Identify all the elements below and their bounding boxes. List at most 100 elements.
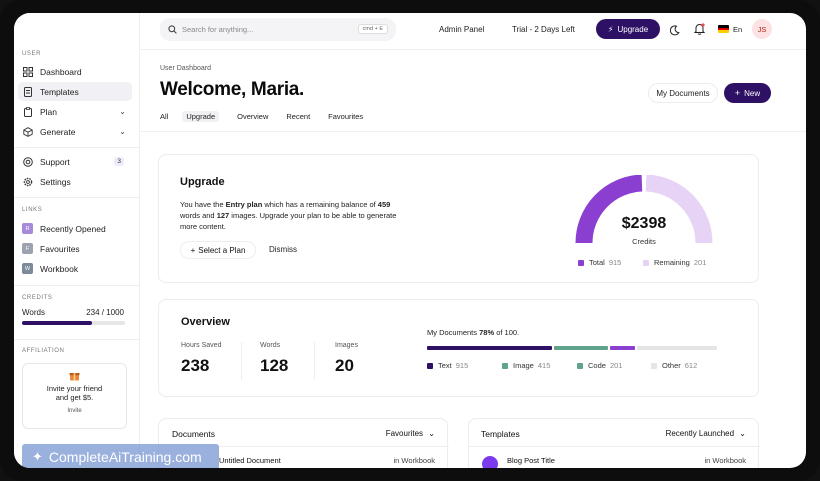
stat-hours-saved-label: Hours Saved bbox=[181, 342, 222, 349]
sidebar-link-favourites[interactable]: F Favourites bbox=[18, 239, 132, 258]
sidebar-item-templates[interactable]: Templates bbox=[18, 82, 132, 101]
sidebar-item-label: Recently Opened bbox=[40, 223, 106, 234]
moon-icon[interactable] bbox=[669, 23, 680, 41]
templates-filter-dropdown[interactable]: Recently Launched ⌄ bbox=[666, 429, 746, 438]
sidebar-divider bbox=[14, 197, 140, 198]
sidebar-item-plan[interactable]: Plan ⌄ bbox=[18, 102, 132, 121]
usage-segment-code bbox=[609, 346, 636, 350]
sidebar-item-label: Favourites bbox=[40, 243, 80, 254]
sidebar-item-settings[interactable]: Settings bbox=[18, 172, 132, 191]
stat-words-label: Words bbox=[260, 342, 281, 349]
sidebar-link-recently-opened[interactable]: R Recently Opened bbox=[18, 219, 132, 238]
stat-images-label: Images bbox=[335, 342, 358, 349]
templates-card: Templates Recently Launched ⌄ Blog Post … bbox=[468, 418, 760, 468]
legend-remaining-value: 201 bbox=[693, 258, 707, 267]
legend-other-swatch bbox=[651, 362, 657, 369]
grid-icon bbox=[22, 66, 33, 77]
search-input[interactable]: Search for anything... cmd + E bbox=[160, 18, 396, 41]
documents-filter-dropdown[interactable]: Favourites ⌄ bbox=[386, 429, 435, 438]
tabs-divider bbox=[140, 131, 806, 132]
stat-divider bbox=[241, 342, 242, 380]
documents-usage-text: My Documents 78% of 100. bbox=[427, 328, 519, 337]
document-icon bbox=[22, 86, 33, 97]
avatar[interactable]: JS bbox=[752, 19, 772, 39]
tab-upgrade[interactable]: Upgrade bbox=[182, 111, 220, 122]
chevron-down-icon: ⌄ bbox=[119, 127, 126, 136]
admin-panel-button[interactable]: Admin Panel bbox=[439, 21, 484, 37]
german-flag-icon bbox=[718, 25, 729, 33]
usage-suffix: of 100. bbox=[494, 328, 520, 337]
legend-remaining: Remaining 201 bbox=[643, 258, 706, 267]
trial-button[interactable]: Trial - 2 Days Left bbox=[512, 21, 575, 37]
clipboard-icon bbox=[22, 106, 33, 117]
sidebar-divider bbox=[14, 147, 140, 148]
tab-favourites[interactable]: Favourites bbox=[328, 111, 363, 122]
gift-icon bbox=[23, 370, 126, 381]
documents-filter-label: Favourites bbox=[385, 429, 424, 438]
chevron-down-icon: ⌄ bbox=[428, 429, 435, 438]
sidebar-divider bbox=[14, 339, 140, 340]
bell-icon[interactable] bbox=[693, 22, 706, 40]
remaining-words: 459 bbox=[377, 200, 391, 209]
upgrade-description: You have the Entry plan which has a rema… bbox=[180, 199, 408, 232]
bolt-icon: ⚡ bbox=[607, 24, 614, 34]
tab-overview[interactable]: Overview bbox=[237, 111, 268, 122]
tab-all[interactable]: All bbox=[160, 111, 168, 122]
letter-w-icon: W bbox=[22, 263, 33, 274]
usage-segment-text bbox=[427, 346, 552, 350]
search-icon bbox=[168, 25, 177, 34]
lifebuoy-icon bbox=[22, 156, 33, 167]
sidebar-link-workbook[interactable]: W Workbook bbox=[18, 259, 132, 278]
tab-recent[interactable]: Recent bbox=[286, 111, 310, 122]
legend-total-label: Total bbox=[589, 258, 605, 267]
overview-card-title: Overview bbox=[181, 316, 230, 328]
cube-icon bbox=[22, 126, 33, 137]
sidebar-item-dashboard[interactable]: Dashboard bbox=[18, 62, 132, 81]
page-title: Welcome, Maria. bbox=[160, 79, 305, 100]
select-plan-button[interactable]: + Select a Plan bbox=[180, 241, 256, 259]
app-screen: USER Dashboard Templates Plan ⌄ Generate bbox=[14, 13, 806, 468]
legend-other: Other 612 bbox=[651, 361, 697, 370]
letter-r-icon: R bbox=[22, 223, 33, 234]
chevron-down-icon: ⌄ bbox=[739, 429, 746, 438]
upgrade-card-title: Upgrade bbox=[180, 176, 225, 188]
legend-code-swatch bbox=[577, 362, 583, 369]
breadcrumb[interactable]: User Dashboard bbox=[160, 65, 211, 72]
credits-progress-fill bbox=[22, 321, 93, 325]
credits-label: Words bbox=[22, 308, 45, 317]
documents-card-title: Documents bbox=[172, 429, 215, 439]
new-button-label: New bbox=[744, 88, 761, 98]
language-selector[interactable]: En bbox=[733, 25, 742, 34]
legend-image-swatch bbox=[502, 362, 508, 369]
sidebar-item-generate[interactable]: Generate ⌄ bbox=[18, 122, 132, 141]
sidebar: USER Dashboard Templates Plan ⌄ Generate bbox=[14, 13, 140, 468]
device-frame: USER Dashboard Templates Plan ⌄ Generate bbox=[0, 0, 820, 481]
tab-bar: All Upgrade Overview Recent Favourites bbox=[160, 111, 381, 122]
sidebar-item-support[interactable]: Support 3 bbox=[18, 152, 132, 171]
document-row-title[interactable]: Untitled Document bbox=[219, 456, 281, 465]
chevron-down-icon: ⌄ bbox=[119, 107, 126, 116]
stat-hours-saved-value: 238 bbox=[181, 356, 210, 375]
sidebar-divider bbox=[14, 285, 140, 286]
sidebar-item-label: Plan bbox=[40, 106, 58, 117]
upgrade-button[interactable]: ⚡ Upgrade bbox=[596, 19, 660, 39]
legend-total-swatch bbox=[578, 259, 584, 266]
legend-total-value: 915 bbox=[608, 258, 622, 267]
invite-button[interactable]: Invite bbox=[23, 408, 126, 414]
legend-image-label: Image bbox=[513, 361, 534, 370]
plus-icon: + bbox=[190, 245, 196, 255]
template-row-title[interactable]: Blog Post Title bbox=[507, 456, 555, 465]
usage-segment-image bbox=[553, 346, 608, 350]
dismiss-button[interactable]: Dismiss bbox=[269, 245, 297, 254]
template-avatar bbox=[482, 456, 498, 468]
watermark-text: CompleteAiTraining.com bbox=[48, 449, 202, 465]
my-documents-button[interactable]: My Documents bbox=[648, 83, 718, 103]
sidebar-item-label: Support bbox=[40, 156, 70, 167]
remaining-images: 127 bbox=[216, 211, 230, 220]
usage-percent: 78% bbox=[479, 328, 495, 337]
card-divider bbox=[469, 446, 760, 447]
new-button[interactable]: + New bbox=[724, 83, 771, 103]
stat-words-value: 128 bbox=[260, 356, 289, 375]
legend-text: Text 915 bbox=[427, 361, 468, 370]
legend-other-label: Other bbox=[662, 361, 681, 370]
